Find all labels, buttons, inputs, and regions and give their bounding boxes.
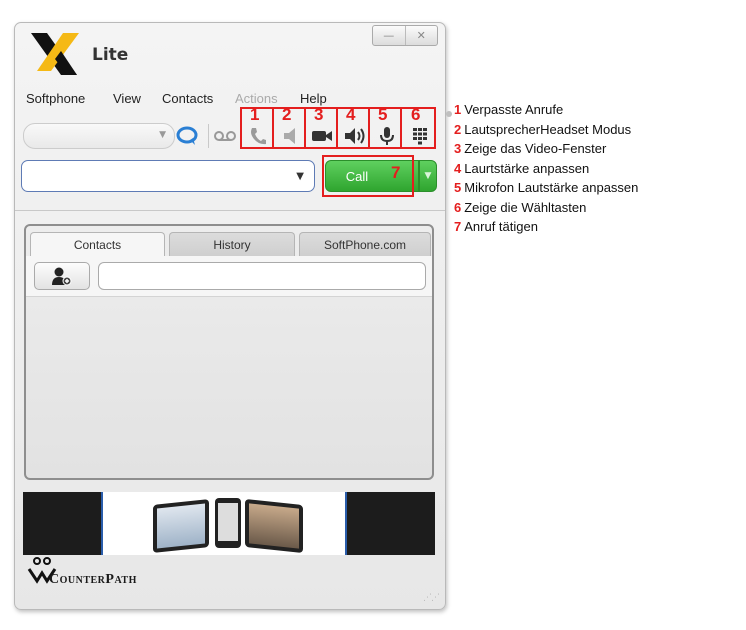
highlight-number-3: 3 bbox=[314, 105, 324, 124]
counterpath-brand: CounterPath bbox=[49, 572, 137, 587]
add-contact-button[interactable] bbox=[34, 262, 90, 290]
advertisement-banner[interactable] bbox=[23, 492, 435, 555]
pointer-dot bbox=[446, 111, 452, 117]
dial-input[interactable]: ▼ bbox=[21, 160, 315, 192]
highlight-number-4: 4 bbox=[346, 105, 356, 124]
tablet-image bbox=[153, 499, 209, 553]
highlight-number-5: 5 bbox=[378, 105, 388, 124]
chat-icon[interactable] bbox=[175, 124, 199, 148]
legend-item: 6 Zeige die Wähltasten bbox=[454, 199, 587, 215]
minimize-button[interactable]: — bbox=[373, 26, 405, 45]
contacts-search-input[interactable] bbox=[98, 262, 426, 290]
call-options-chevron-icon[interactable]: ▼ bbox=[419, 160, 437, 192]
legend-item: 5 Mikrofon Lautstärke anpassen bbox=[454, 180, 639, 195]
menu-contacts[interactable]: Contacts bbox=[162, 91, 213, 106]
add-contact-icon bbox=[52, 267, 72, 286]
ad-image bbox=[101, 492, 347, 555]
legend-item: 4 Laurtstärke anpassen bbox=[454, 160, 590, 176]
tab-softphone-com[interactable]: SoftPhone.com bbox=[299, 232, 431, 256]
tab-contacts[interactable]: Contacts bbox=[30, 232, 165, 256]
divider bbox=[15, 210, 445, 211]
toolbar-separator bbox=[208, 124, 209, 148]
x-lite-logo bbox=[31, 33, 79, 75]
menu-softphone[interactable]: Softphone bbox=[26, 91, 85, 106]
legend-item: 1 Verpasste Anrufe bbox=[454, 102, 564, 117]
account-selector[interactable]: ▼ bbox=[23, 123, 175, 149]
tablet-video-image bbox=[245, 498, 303, 554]
legend-item: 7 Anruf tätigen bbox=[454, 219, 538, 234]
highlight-number-2: 2 bbox=[282, 105, 292, 124]
annotation-legend: 1 Verpasste Anrufe 2 LautsprecherHeadset M… bbox=[454, 100, 638, 237]
tab-history[interactable]: History bbox=[169, 232, 295, 256]
highlight-number-6: 6 bbox=[411, 105, 421, 124]
window-controls: — ✕ bbox=[372, 25, 438, 46]
menu-actions: Actions bbox=[235, 91, 278, 106]
menu-view[interactable]: View bbox=[113, 91, 141, 106]
dial-dropdown-icon[interactable]: ▼ bbox=[296, 171, 304, 182]
contacts-panel: Contacts History SoftPhone.com bbox=[24, 224, 434, 480]
highlight-number-1: 1 bbox=[250, 105, 260, 124]
resize-grip-icon[interactable]: ⋰⋰ bbox=[423, 593, 440, 603]
panel-tabs: Contacts History SoftPhone.com bbox=[26, 232, 432, 256]
highlight-number-7: 7 bbox=[391, 163, 401, 182]
close-button[interactable]: ✕ bbox=[404, 26, 438, 45]
menu-help[interactable]: Help bbox=[300, 91, 327, 106]
phone-image bbox=[215, 498, 241, 548]
contacts-toolbar bbox=[26, 256, 432, 297]
chevron-down-icon: ▼ bbox=[159, 130, 166, 140]
voicemail-icon[interactable] bbox=[213, 124, 237, 148]
app-brand-name: Lite bbox=[92, 45, 129, 65]
legend-item: 3 Zeige das Video-Fenster bbox=[454, 141, 607, 156]
legend-item: 2 LautsprecherHeadset Modus bbox=[454, 121, 632, 137]
